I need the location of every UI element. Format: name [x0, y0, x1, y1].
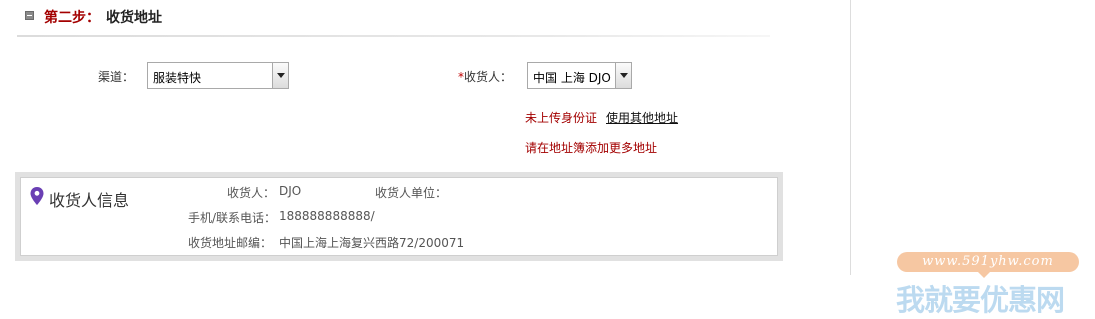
receiver-select[interactable]: 中国 上海 DJO: [527, 62, 632, 89]
channel-select-value: 服装特快: [153, 71, 202, 85]
channel-label: 渠道：: [98, 70, 135, 84]
chevron-down-icon[interactable]: [272, 63, 288, 88]
receiver-info-title: 收货人信息: [49, 191, 130, 210]
use-other-address-link[interactable]: 使用其他地址: [606, 109, 678, 126]
watermark-url-badge: www.591yhw.com: [897, 252, 1079, 272]
receiver-info-card: 收货人信息 收货人： DJO 收货人单位： 手机/联系电话： 188888888…: [20, 177, 778, 256]
address-label: 收货地址邮编：: [188, 236, 273, 250]
step-title: 第二步： 收货地址: [44, 7, 162, 27]
column-divider: [850, 0, 851, 275]
chevron-down-icon[interactable]: [615, 63, 631, 88]
location-pin-icon: [30, 187, 44, 205]
receiver-info-panel: 收货人信息 收货人： DJO 收货人单位： 手机/联系电话： 188888888…: [15, 172, 783, 261]
receiver-name-value: DJO: [279, 184, 302, 198]
id-warning: 未上传身份证: [525, 111, 598, 125]
step-name: 收货地址: [106, 10, 162, 26]
receiver-label: *收货人：: [458, 68, 512, 85]
receiver-name-label: 收货人：: [227, 186, 276, 200]
collapse-square-icon[interactable]: [25, 11, 34, 20]
receiver-select-value: 中国 上海 DJO: [533, 71, 611, 85]
step-number: 第二步：: [44, 10, 100, 26]
header-divider: [17, 35, 770, 37]
receiver-label-text: 收货人：: [464, 70, 513, 84]
receiver-unit-label: 收货人单位：: [375, 186, 448, 200]
add-address-hint: 请在地址簿添加更多地址: [525, 141, 658, 155]
phone-value: 188888888888/: [279, 209, 375, 223]
address-value: 中国上海上海复兴西路72/200071: [279, 236, 465, 250]
phone-label: 手机/联系电话：: [188, 211, 277, 225]
watermark-brand: 我就要优惠网: [896, 283, 1065, 317]
watermark-url: www.591yhw.com: [922, 254, 1054, 269]
channel-select[interactable]: 服装特快: [147, 62, 289, 89]
